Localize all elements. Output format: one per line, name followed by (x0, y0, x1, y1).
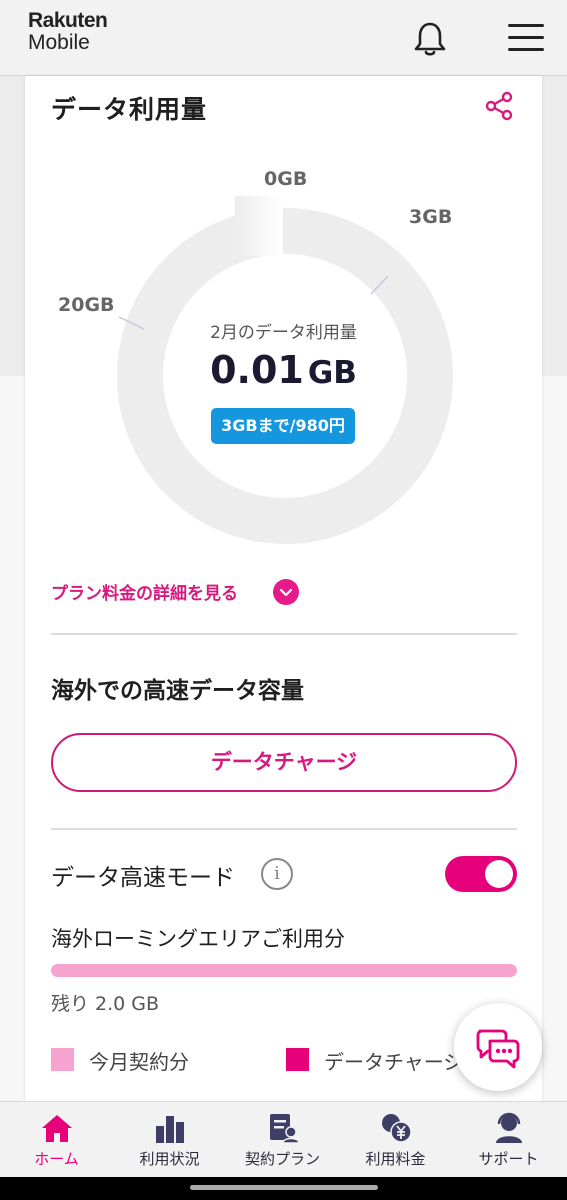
brand-line1: Rakuten (28, 9, 108, 32)
nav-label: 利用状況 (139, 1150, 200, 1168)
gauge-start-fade (235, 196, 283, 256)
legend-label: 今月契約分 (89, 1050, 189, 1074)
legend-swatch (286, 1048, 309, 1071)
usage-value: 0.01 GB (25, 348, 542, 392)
support-headset-icon (496, 1112, 522, 1143)
home-icon (42, 1115, 72, 1142)
bell-icon[interactable] (412, 20, 448, 58)
roaming-progress-bar (51, 964, 517, 977)
legend-swatch (51, 1048, 74, 1071)
high-speed-mode-toggle[interactable] (445, 856, 517, 892)
overseas-section-title: 海外での高速データ容量 (51, 678, 304, 704)
high-speed-mode-label: データ高速モード (51, 865, 235, 891)
data-usage-card: データ利用量 0GB 3GB 20GB 2月のデータ利用量 0.01 GB 3GB… (25, 76, 542, 1106)
nav-label: 契約プラン (244, 1150, 320, 1168)
hamburger-menu-icon[interactable] (508, 24, 544, 54)
app-header: Rakuten Mobile (0, 0, 567, 76)
nav-label: ホーム (34, 1150, 79, 1168)
usage-unit: GB (307, 355, 357, 391)
rakuten-mobile-logo[interactable]: Rakuten Mobile (28, 9, 108, 54)
nav-label: サポート (478, 1150, 539, 1168)
bottom-navigation: ホーム 利用状況 契約プラン 利用料金 サポート (0, 1101, 567, 1177)
bar-chart-icon (156, 1116, 184, 1143)
yen-coins-icon (382, 1114, 412, 1143)
gauge-label-0gb: 0GB (264, 168, 308, 190)
nav-billing[interactable]: 利用料金 (339, 1102, 452, 1178)
gauge-label-20gb: 20GB (58, 294, 115, 316)
contract-plan-icon (270, 1114, 300, 1144)
gauge-label-3gb: 3GB (409, 206, 453, 228)
plan-details-link[interactable]: プラン料金の詳細を見る (51, 579, 238, 604)
system-navigation-bar (0, 1177, 567, 1200)
chat-bubbles-icon (476, 1029, 520, 1069)
divider (51, 633, 517, 635)
home-gesture-handle[interactable] (190, 1185, 378, 1190)
chat-support-button[interactable] (454, 1003, 542, 1091)
usage-number: 0.01 (210, 348, 304, 392)
info-icon[interactable]: i (261, 858, 293, 890)
data-charge-button[interactable]: データチャージ (51, 733, 517, 792)
usage-caption: 2月のデータ利用量 (210, 323, 357, 343)
remaining-data: 残り 2.0 GB (51, 993, 160, 1015)
toggle-knob (485, 860, 513, 888)
nav-support[interactable]: サポート (452, 1102, 565, 1178)
price-badge: 3GBまで/980円 (211, 408, 355, 444)
roaming-usage-label: 海外ローミングエリアご利用分 (51, 927, 345, 951)
divider (51, 828, 517, 830)
chevron-down-icon[interactable] (273, 579, 299, 605)
nav-usage[interactable]: 利用状況 (113, 1102, 226, 1178)
share-icon[interactable] (483, 90, 515, 122)
nav-plan[interactable]: 契約プラン (226, 1102, 339, 1178)
nav-label: 利用料金 (365, 1150, 426, 1168)
roaming-progress-fill (51, 964, 517, 977)
brand-line2: Mobile (28, 31, 90, 54)
nav-home[interactable]: ホーム (0, 1102, 113, 1178)
card-title: データ利用量 (51, 95, 208, 124)
